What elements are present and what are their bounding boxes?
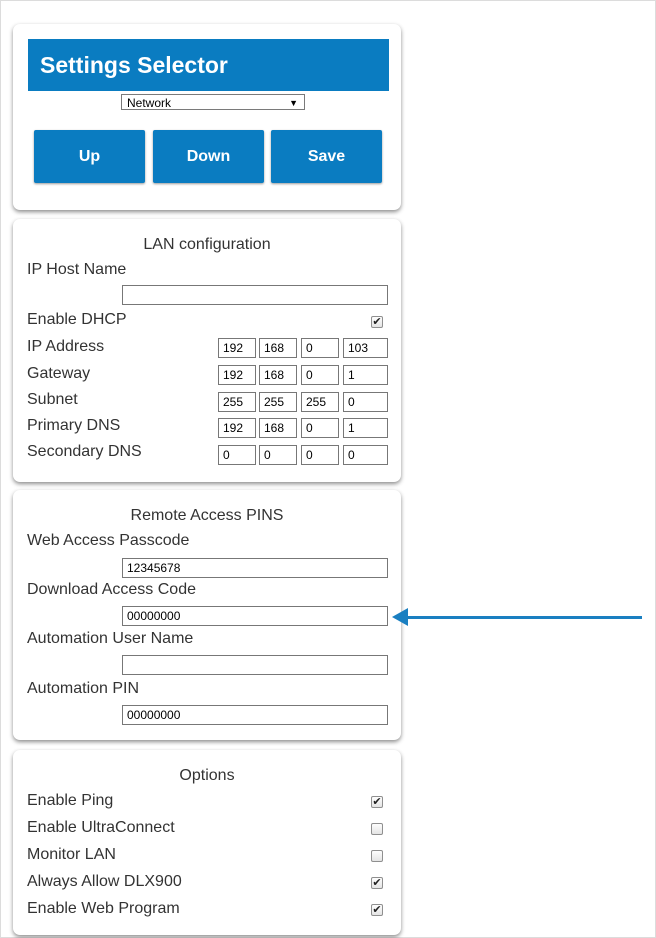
lan-title: LAN configuration	[143, 236, 271, 253]
primary-dns-octet-4[interactable]: 1	[343, 418, 388, 438]
ip-octet-3[interactable]: 0	[301, 338, 339, 358]
enable-ping-label: Enable Ping	[27, 792, 114, 809]
primary-dns-octet-1[interactable]: 192	[218, 418, 256, 438]
subnet-octet-3[interactable]: 255	[301, 392, 339, 412]
enable-dhcp-checkbox[interactable]: ✔	[371, 316, 383, 328]
ip-host-name-label: IP Host Name	[27, 261, 127, 278]
enable-dhcp-label: Enable DHCP	[27, 311, 127, 328]
secondary-dns-label: Secondary DNS	[27, 443, 142, 460]
gateway-octet-3[interactable]: 0	[301, 365, 339, 385]
enable-ultraconnect-label: Enable UltraConnect	[27, 819, 175, 836]
arrow-left-icon	[392, 608, 408, 626]
up-button[interactable]: Up	[34, 130, 145, 183]
pins-title: Remote Access PINS	[130, 507, 284, 524]
pointer-arrow-line	[406, 616, 642, 619]
options-title: Options	[179, 767, 235, 784]
primary-dns-octet-2[interactable]: 168	[259, 418, 297, 438]
primary-dns-label: Primary DNS	[27, 417, 121, 434]
web-access-passcode-label: Web Access Passcode	[27, 532, 190, 549]
secondary-dns-octet-2[interactable]: 0	[259, 445, 297, 465]
automation-pin-input[interactable]: 00000000	[122, 705, 388, 725]
web-access-passcode-input[interactable]: 12345678	[122, 558, 388, 578]
subnet-label: Subnet	[27, 391, 78, 408]
always-allow-dlx900-checkbox[interactable]: ✔	[371, 877, 383, 889]
download-access-code-input[interactable]: 00000000	[122, 606, 388, 626]
settings-selector-title: Settings Selector	[28, 39, 389, 91]
lan-configuration-card: LAN configuration IP Host Name Enable DH…	[13, 219, 401, 482]
primary-dns-octet-3[interactable]: 0	[301, 418, 339, 438]
ip-octet-1[interactable]: 192	[218, 338, 256, 358]
enable-web-program-checkbox[interactable]: ✔	[371, 904, 383, 916]
monitor-lan-label: Monitor LAN	[27, 846, 116, 863]
ip-octet-4[interactable]: 103	[343, 338, 388, 358]
secondary-dns-octet-1[interactable]: 0	[218, 445, 256, 465]
gateway-label: Gateway	[27, 365, 91, 382]
always-allow-dlx900-label: Always Allow DLX900	[27, 873, 182, 890]
subnet-octet-1[interactable]: 255	[218, 392, 256, 412]
download-access-code-label: Download Access Code	[27, 581, 196, 598]
monitor-lan-checkbox[interactable]	[371, 850, 383, 862]
automation-pin-label: Automation PIN	[27, 680, 140, 697]
settings-dropdown[interactable]: Network ▼	[121, 94, 305, 110]
settings-selector-card: Settings Selector Network ▼ Up Down Save	[13, 24, 401, 210]
secondary-dns-octet-3[interactable]: 0	[301, 445, 339, 465]
remote-access-pins-card: Remote Access PINS Web Access Passcode 1…	[13, 490, 401, 740]
subnet-octet-2[interactable]: 255	[259, 392, 297, 412]
options-card: Options Enable Ping ✔ Enable UltraConnec…	[13, 750, 401, 935]
settings-dropdown-value: Network	[127, 96, 172, 110]
automation-user-name-label: Automation User Name	[27, 630, 194, 647]
ip-address-label: IP Address	[27, 338, 105, 355]
enable-ping-checkbox[interactable]: ✔	[371, 796, 383, 808]
gateway-octet-2[interactable]: 168	[259, 365, 297, 385]
ip-octet-2[interactable]: 168	[259, 338, 297, 358]
gateway-octet-1[interactable]: 192	[218, 365, 256, 385]
enable-ultraconnect-checkbox[interactable]	[371, 823, 383, 835]
chevron-down-icon: ▼	[289, 98, 298, 108]
secondary-dns-octet-4[interactable]: 0	[343, 445, 388, 465]
gateway-octet-4[interactable]: 1	[343, 365, 388, 385]
ip-host-name-input[interactable]	[122, 285, 388, 305]
automation-user-name-input[interactable]	[122, 655, 388, 675]
down-button[interactable]: Down	[153, 130, 264, 183]
enable-web-program-label: Enable Web Program	[27, 900, 180, 917]
save-button[interactable]: Save	[271, 130, 382, 183]
subnet-octet-4[interactable]: 0	[343, 392, 388, 412]
